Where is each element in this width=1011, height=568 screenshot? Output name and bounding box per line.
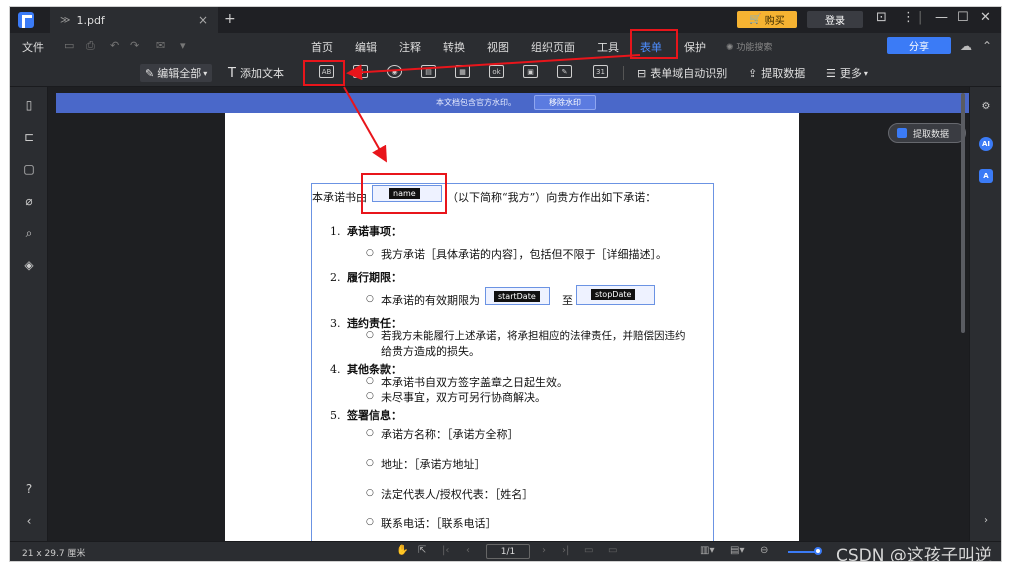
arrow-to-name-field — [343, 86, 387, 163]
zoom-slider-handle[interactable] — [814, 547, 822, 555]
hand-tool-icon[interactable]: ✋ — [396, 545, 408, 556]
page-size-label: 21 x 29.7 厘米 — [22, 549, 86, 559]
first-page-icon[interactable]: |‹ — [442, 545, 449, 556]
prev-page-icon[interactable]: ‹ — [466, 545, 470, 556]
select-tool-icon[interactable]: ⇱ — [418, 545, 426, 556]
arrow-to-text-field-tool — [346, 54, 641, 81]
last-page-icon[interactable]: ›| — [562, 545, 569, 556]
app-window: ≫ 1.pdf × + 🛒 购买 登录 ⊡ ⋮ | — ☐ ✕ 文件 ▭ ⎙ ↶… — [9, 6, 1002, 562]
view-mode-icon[interactable]: ▥▾ — [700, 545, 714, 556]
fit-width-icon[interactable]: ▭ — [608, 545, 617, 556]
next-page-icon[interactable]: › — [542, 545, 546, 556]
csdn-credit-watermark: CSDN @这孩子叫逆 — [836, 546, 992, 562]
annotation-arrows — [343, 54, 641, 163]
page-indicator[interactable]: 1/1 — [486, 544, 530, 559]
fit-page-icon[interactable]: ▭ — [584, 545, 593, 556]
zoom-out-icon[interactable]: ⊖ — [760, 545, 768, 556]
status-bar: 21 x 29.7 厘米 ✋ ⇱ |‹ ‹ 1/1 › ›| ▭ ▭ ▥▾ ▤▾… — [10, 541, 1001, 561]
page-layout-icon[interactable]: ▤▾ — [730, 545, 744, 556]
